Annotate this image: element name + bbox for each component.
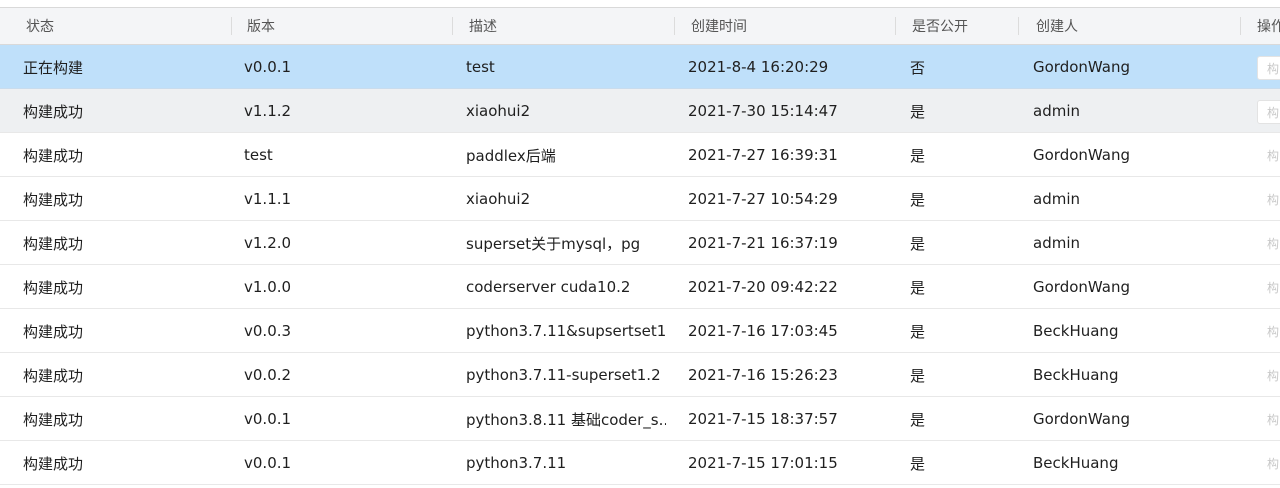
creator-cell: GordonWang	[1033, 146, 1131, 164]
table-row[interactable]: 构建成功 v0.0.1 python3.7.11 2021-7-15 17:01…	[0, 441, 1280, 485]
version-cell: v1.1.2	[244, 102, 292, 120]
build-action-link[interactable]: 构	[1267, 265, 1279, 309]
column-header-public[interactable]: 是否公开	[912, 8, 968, 44]
description-cell: python3.7.11-superset1.2	[466, 366, 661, 384]
table-row[interactable]: 构建成功 v1.1.1 xiaohui2 2021-7-27 10:54:29 …	[0, 177, 1280, 221]
table-row[interactable]: 正在构建 v0.0.1 test 2021-8-4 16:20:29 否 Gor…	[0, 45, 1280, 89]
version-cell: v1.0.0	[244, 278, 292, 296]
table-top-border	[0, 0, 1280, 8]
status-cell: 构建成功	[23, 102, 84, 121]
status-cell: 构建成功	[23, 410, 84, 429]
column-header-created-time[interactable]: 创建时间	[691, 8, 747, 44]
status-cell: 构建成功	[23, 366, 84, 385]
creator-cell: BeckHuang	[1033, 454, 1119, 472]
description-cell: xiaohui2	[466, 190, 531, 208]
public-cell: 是	[910, 410, 926, 429]
version-cell: v0.0.1	[244, 454, 292, 472]
column-header-actions: 操作	[1257, 19, 1280, 35]
column-divider[interactable]	[231, 17, 232, 35]
build-action-link[interactable]: 构	[1267, 309, 1279, 353]
build-action-button[interactable]: 构	[1257, 100, 1280, 124]
column-divider[interactable]	[895, 17, 896, 35]
build-action-link[interactable]: 构	[1267, 133, 1279, 177]
description-cell: python3.8.11 基础coder_s...	[466, 410, 666, 429]
created-time-cell: 2021-7-27 10:54:29	[688, 190, 838, 208]
creator-cell: admin	[1033, 190, 1080, 208]
description-cell: coderserver cuda10.2	[466, 278, 631, 296]
column-header-creator[interactable]: 创建人	[1036, 8, 1078, 44]
created-time-cell: 2021-7-27 16:39:31	[688, 146, 838, 164]
created-time-cell: 2021-7-16 15:26:23	[688, 366, 838, 384]
version-cell: v0.0.3	[244, 322, 292, 340]
created-time-cell: 2021-7-30 15:14:47	[688, 102, 838, 120]
build-action-link[interactable]: 构	[1267, 397, 1279, 441]
description-cell: paddlex后端	[466, 146, 556, 165]
table-row[interactable]: 构建成功 v1.2.0 superset关于mysql，pg 2021-7-21…	[0, 221, 1280, 265]
version-cell: v1.2.0	[244, 234, 292, 252]
public-cell: 是	[910, 190, 926, 209]
creator-cell: admin	[1033, 102, 1080, 120]
created-time-cell: 2021-7-15 18:37:57	[688, 410, 838, 428]
column-divider[interactable]	[674, 17, 675, 35]
column-divider[interactable]	[1018, 17, 1019, 35]
build-action-link[interactable]: 构	[1267, 177, 1279, 221]
public-cell: 是	[910, 322, 926, 341]
creator-cell: GordonWang	[1033, 278, 1131, 296]
table-row[interactable]: 构建成功 test paddlex后端 2021-7-27 16:39:31 是…	[0, 133, 1280, 177]
created-time-cell: 2021-7-15 17:01:15	[688, 454, 838, 472]
build-history-table: 状态 版本 描述 创建时间 是否公开 创建人 操作 正在构建 v0.0.1 te…	[0, 0, 1280, 488]
column-divider[interactable]	[452, 17, 453, 35]
status-cell: 构建成功	[23, 322, 84, 341]
build-action-link[interactable]: 构	[1267, 221, 1279, 265]
created-time-cell: 2021-7-21 16:37:19	[688, 234, 838, 252]
column-header-description[interactable]: 描述	[469, 8, 497, 44]
version-cell: v0.0.1	[244, 58, 292, 76]
table-header: 状态 版本 描述 创建时间 是否公开 创建人 操作	[0, 8, 1280, 45]
created-time-cell: 2021-8-4 16:20:29	[688, 58, 829, 76]
description-cell: xiaohui2	[466, 102, 531, 120]
creator-cell: BeckHuang	[1033, 366, 1119, 384]
status-cell: 构建成功	[23, 146, 84, 165]
table-body: 正在构建 v0.0.1 test 2021-8-4 16:20:29 否 Gor…	[0, 45, 1280, 485]
created-time-cell: 2021-7-16 17:03:45	[688, 322, 838, 340]
creator-cell: GordonWang	[1033, 410, 1131, 428]
public-cell: 是	[910, 278, 926, 297]
status-cell: 构建成功	[23, 190, 84, 209]
table-row[interactable]: 构建成功 v0.0.1 python3.8.11 基础coder_s... 20…	[0, 397, 1280, 441]
build-action-link[interactable]: 构	[1267, 353, 1279, 397]
table-row[interactable]: 构建成功 v0.0.2 python3.7.11-superset1.2 202…	[0, 353, 1280, 397]
public-cell: 否	[910, 58, 926, 77]
creator-cell: BeckHuang	[1033, 322, 1119, 340]
public-cell: 是	[910, 234, 926, 253]
version-cell: v0.0.2	[244, 366, 292, 384]
created-time-cell: 2021-7-20 09:42:22	[688, 278, 838, 296]
status-cell: 构建成功	[23, 278, 84, 297]
table-row[interactable]: 构建成功 v1.0.0 coderserver cuda10.2 2021-7-…	[0, 265, 1280, 309]
version-cell: test	[244, 146, 273, 164]
creator-cell: admin	[1033, 234, 1080, 252]
status-cell: 构建成功	[23, 454, 84, 473]
table-row[interactable]: 构建成功 v1.1.2 xiaohui2 2021-7-30 15:14:47 …	[0, 89, 1280, 133]
public-cell: 是	[910, 102, 926, 121]
public-cell: 是	[910, 454, 926, 473]
status-cell: 构建成功	[23, 234, 84, 253]
creator-cell: GordonWang	[1033, 58, 1131, 76]
public-cell: 是	[910, 146, 926, 165]
column-header-status[interactable]: 状态	[26, 8, 54, 44]
version-cell: v1.1.1	[244, 190, 292, 208]
description-cell: superset关于mysql，pg	[466, 234, 641, 253]
column-divider[interactable]	[1240, 17, 1241, 35]
build-action-link[interactable]: 构	[1267, 441, 1279, 485]
version-cell: v0.0.1	[244, 410, 292, 428]
build-action-button[interactable]: 构	[1257, 56, 1280, 80]
column-header-version[interactable]: 版本	[247, 8, 275, 44]
status-cell: 正在构建	[23, 58, 84, 77]
table-row[interactable]: 构建成功 v0.0.3 python3.7.11&supsertset1.2 2…	[0, 309, 1280, 353]
description-cell: python3.7.11	[466, 454, 567, 472]
description-cell: test	[466, 58, 495, 76]
description-cell: python3.7.11&supsertset1.2	[466, 322, 666, 340]
public-cell: 是	[910, 366, 926, 385]
